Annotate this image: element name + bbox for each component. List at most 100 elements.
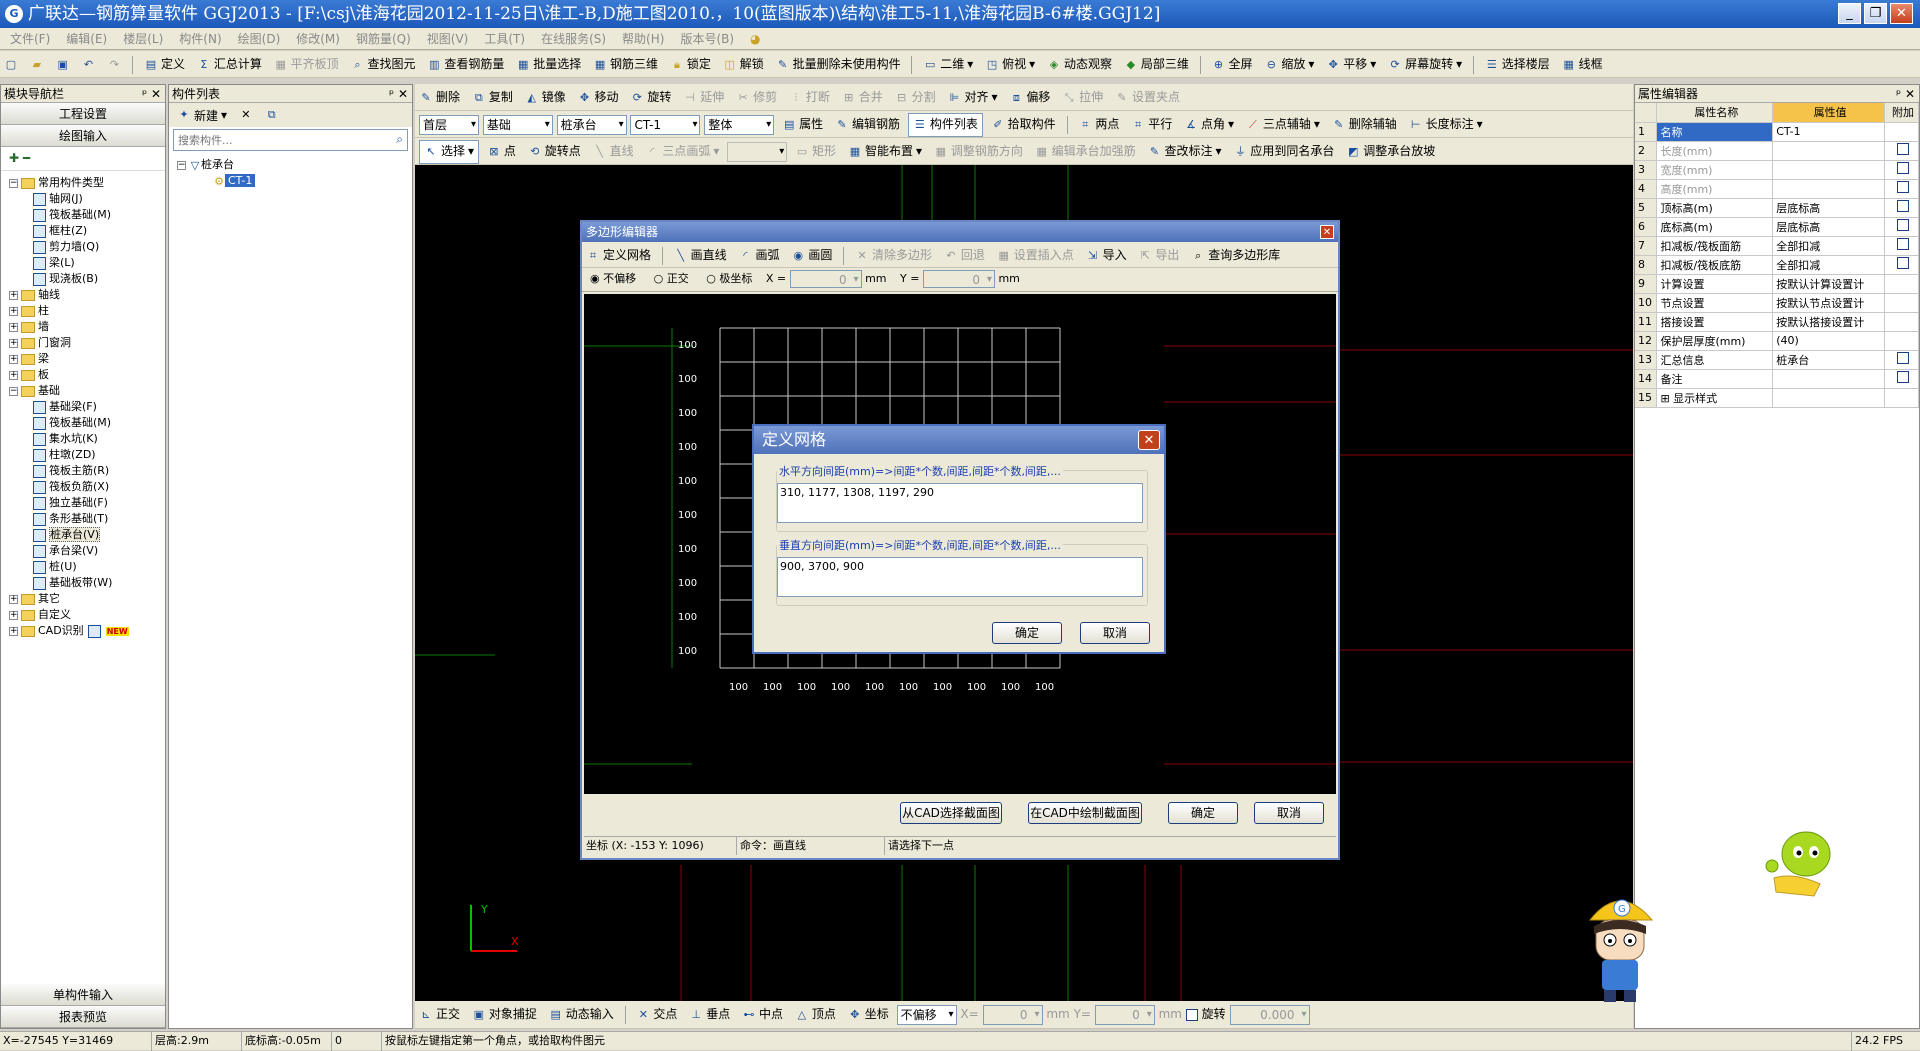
grid-ok-button[interactable]: 确定 xyxy=(992,622,1062,644)
tree-node[interactable]: − 常用构件类型 xyxy=(9,175,165,191)
draw-in-cad-button[interactable]: 在CAD中绘制截面图 xyxy=(1028,802,1142,824)
point-button[interactable]: ⊠ 点 xyxy=(483,140,520,164)
property-row[interactable]: 5 顶标高(m) 层底标高 xyxy=(1635,198,1919,218)
smart-layout-dropdown[interactable]: ▦ 智能布置 ▾ xyxy=(844,140,926,164)
attach-checkbox[interactable] xyxy=(1897,200,1910,212)
whole-select[interactable]: 整体 xyxy=(704,114,775,135)
attach-checkbox[interactable] xyxy=(1897,143,1910,155)
tree-node-root[interactable]: − ▽ 桩承台 xyxy=(177,157,404,173)
point-angle-dropdown[interactable]: ∡ 点角 ▾ xyxy=(1180,113,1238,137)
tree-node[interactable]: 桩(U) xyxy=(9,559,165,575)
delete-component-button[interactable]: ✕ xyxy=(235,106,257,124)
new-file-button[interactable]: ▢ xyxy=(0,53,22,77)
ortho-toggle[interactable]: ⊾ 正交 xyxy=(415,1003,464,1027)
tree-node[interactable]: 筏板基础(M) xyxy=(9,207,165,223)
property-value[interactable] xyxy=(1772,141,1886,161)
attach-checkbox[interactable] xyxy=(1897,181,1910,193)
property-value[interactable]: 按默认节点设置计 xyxy=(1772,293,1886,313)
rebar-3d-button[interactable]: ▦ 钢筋三维 xyxy=(589,53,662,77)
attach-checkbox[interactable] xyxy=(1897,162,1910,174)
tree-node[interactable]: + 梁 xyxy=(9,351,165,367)
offset-mode-select[interactable]: 不偏移 xyxy=(896,1004,957,1025)
property-row[interactable]: 6 底标高(m) 层底标高 xyxy=(1635,217,1919,237)
screen-rotate-dropdown[interactable]: ⟳ 屏幕旋转 ▾ xyxy=(1384,53,1466,77)
restore-button[interactable]: ❐ xyxy=(1864,3,1887,24)
move-button[interactable]: ✥ 移动 xyxy=(574,86,623,110)
mirror-button[interactable]: ◭ 镜像 xyxy=(521,86,570,110)
zoom-dropdown[interactable]: ⊖ 缩放 ▾ xyxy=(1260,53,1318,77)
tree-node[interactable]: + 轴线 xyxy=(9,287,165,303)
property-row[interactable]: 9 计算设置 按默认计算设置计 xyxy=(1635,274,1919,294)
menu-item[interactable]: 版本号(B) xyxy=(680,32,734,46)
menu-item[interactable]: 修改(M) xyxy=(296,32,340,46)
import-button[interactable]: ⇲ 导入 xyxy=(1082,244,1131,268)
three-point-axis-dropdown[interactable]: ⟋ 三点辅轴 ▾ xyxy=(1242,113,1324,137)
save-button[interactable]: ▣ xyxy=(52,53,74,77)
stretch-button[interactable]: ⤡ 拉伸 xyxy=(1058,86,1107,110)
draw-line-button[interactable]: ╲ 画直线 xyxy=(670,244,731,268)
radio-polar[interactable]: ○ xyxy=(706,272,719,285)
parallel-button[interactable]: ⌗ 平行 xyxy=(1127,113,1176,137)
two-point-button[interactable]: ⌗ 两点 xyxy=(1074,113,1123,137)
property-value[interactable]: 全部扣减 xyxy=(1772,236,1886,256)
expand-icon[interactable]: + xyxy=(9,370,18,380)
property-value[interactable] xyxy=(1772,160,1886,180)
set-point-button[interactable]: ✎ 设置夹点 xyxy=(1111,86,1184,110)
close-icon[interactable]: ✕ xyxy=(1138,430,1160,450)
edit-additional-rebar-button[interactable]: ▦ 编辑承台加强筋 xyxy=(1031,140,1140,164)
type-select[interactable]: 桩承台 xyxy=(556,114,627,135)
flatten-button[interactable]: ▦ 平齐板顶 xyxy=(270,53,343,77)
export-button[interactable]: ⇱ 导出 xyxy=(1134,244,1183,268)
draw-input-button[interactable]: 绘图输入 xyxy=(1,125,165,147)
tree-node[interactable]: 承台梁(V) xyxy=(9,543,165,559)
undo-step-button[interactable]: ↶ 回退 xyxy=(940,244,989,268)
property-row[interactable]: 13 汇总信息 桩承台 xyxy=(1635,350,1919,370)
property-value[interactable] xyxy=(1772,179,1886,199)
expand-icon[interactable]: + xyxy=(9,306,18,316)
adjust-slope-button[interactable]: ◩ 调整承台放坡 xyxy=(1342,140,1439,164)
expand-icon[interactable]: ⊞ xyxy=(1660,392,1673,405)
tree-node[interactable]: 现浇板(B) xyxy=(9,271,165,287)
copy-button[interactable]: ⧉ 复制 xyxy=(468,86,517,110)
sum-button[interactable]: Σ 汇总计算 xyxy=(193,53,266,77)
search-icon[interactable]: ⌕ xyxy=(396,132,403,147)
edit-rebar-button[interactable]: ✎ 编辑钢筋 xyxy=(831,113,904,137)
expand-icon[interactable]: + xyxy=(9,610,18,620)
tree-node[interactable]: + 自定义 xyxy=(9,607,165,623)
offset-button[interactable]: ⧈ 偏移 xyxy=(1005,86,1054,110)
expand-icon[interactable]: + xyxy=(9,290,18,300)
property-row[interactable]: 3 宽度(mm) xyxy=(1635,160,1919,180)
tree-node[interactable]: + 墙 xyxy=(9,319,165,335)
radio-ortho[interactable]: ○ xyxy=(654,272,667,285)
tree-node[interactable]: + 门窗洞 xyxy=(9,335,165,351)
select-from-cad-button[interactable]: 从CAD选择截面图 xyxy=(900,802,1002,824)
break-button[interactable]: ⫶ 打断 xyxy=(785,86,834,110)
collapse-icon[interactable]: − xyxy=(177,160,186,170)
new-component-button[interactable]: ✦ 新建 ▾ xyxy=(173,106,231,124)
dynamic-view-button[interactable]: ◈ 动态观察 xyxy=(1043,53,1116,77)
attach-checkbox[interactable] xyxy=(1897,352,1910,364)
collapse-icon[interactable]: − xyxy=(9,386,18,396)
clear-polygon-button[interactable]: ✕ 清除多边形 xyxy=(851,244,936,268)
tree-node[interactable]: 桩承台(V) xyxy=(9,527,165,543)
polygon-library-button[interactable]: ⌕ 查询多边形库 xyxy=(1187,244,1284,268)
polygon-ok-button[interactable]: 确定 xyxy=(1168,802,1238,824)
adjust-rebar-direction-button[interactable]: ▦ 调整钢筋方向 xyxy=(930,140,1027,164)
bird-view-dropdown[interactable]: ◳ 俯视 ▾ xyxy=(981,53,1039,77)
property-row[interactable]: 8 扣减板/筏板底筋 全部扣减 xyxy=(1635,255,1919,275)
expand-icon[interactable]: + xyxy=(9,626,18,636)
property-row[interactable]: 11 搭接设置 按默认搭接设置计 xyxy=(1635,312,1919,332)
split-button[interactable]: ⊟ 分割 xyxy=(891,86,940,110)
expand-all-icon[interactable]: ✚ xyxy=(9,151,19,165)
component-search-input[interactable] xyxy=(174,130,374,150)
rect-button[interactable]: ▭ 矩形 xyxy=(791,140,840,164)
tree-node[interactable]: 条形基础(T) xyxy=(9,511,165,527)
midpoint-snap[interactable]: ⊷ 中点 xyxy=(738,1003,787,1027)
view-rebar-button[interactable]: ▥ 查看钢筋量 xyxy=(423,53,508,77)
object-snap-toggle[interactable]: ▣ 对象捕捉 xyxy=(468,1003,541,1027)
project-settings-button[interactable]: 工程设置 xyxy=(1,103,165,125)
component-select[interactable]: CT-1 xyxy=(630,114,701,135)
property-row[interactable]: 7 扣减板/筏板面筋 全部扣减 xyxy=(1635,236,1919,256)
y-offset-input[interactable]: 0 xyxy=(922,270,995,289)
copy-component-button[interactable]: ⧉ xyxy=(261,106,283,124)
